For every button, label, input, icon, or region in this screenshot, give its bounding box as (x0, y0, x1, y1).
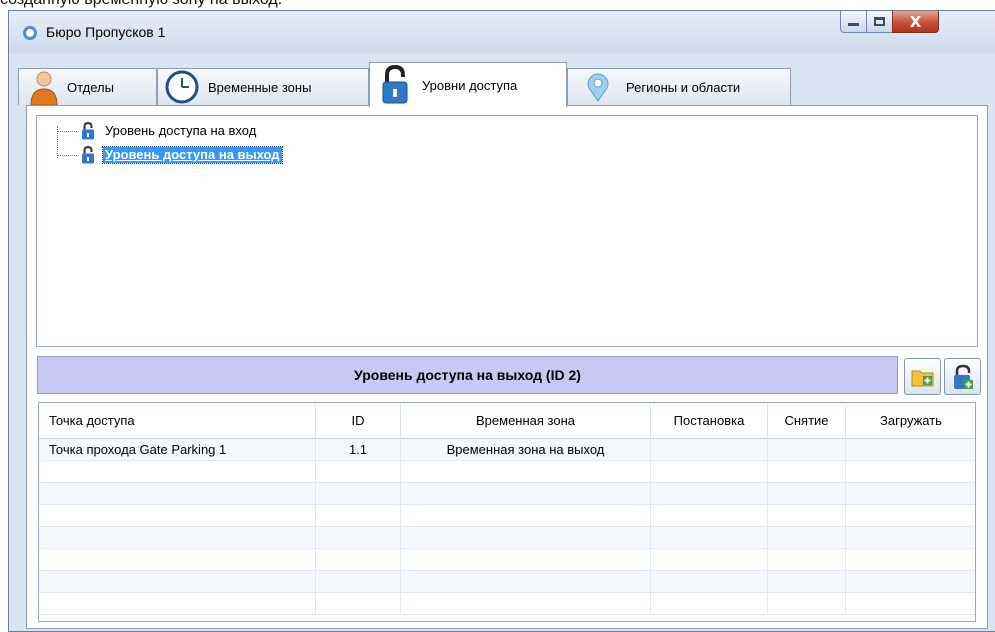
clock-icon (165, 70, 199, 104)
access-level-tree[interactable]: Уровень доступа на вход Уровень доступа … (36, 115, 978, 347)
tab-regions[interactable]: Регионы и области (567, 68, 791, 105)
cell-id[interactable]: 1.1 (316, 439, 401, 461)
add-lock-button[interactable] (944, 358, 981, 395)
table-row-empty (39, 483, 975, 505)
window-title: Бюро Пропусков 1 (46, 24, 166, 40)
minimize-button[interactable] (840, 11, 867, 33)
table-row-empty (39, 571, 975, 593)
lock-icon (82, 122, 94, 140)
add-folder-button[interactable] (904, 358, 941, 395)
cell-load[interactable] (846, 439, 975, 461)
close-button[interactable]: X (892, 11, 939, 33)
table-row-empty (39, 461, 975, 483)
tab-label: Уровни доступа (422, 77, 518, 93)
tab-label: Временные зоны (208, 79, 312, 95)
table-row-empty (39, 505, 975, 527)
document-caption: созданную временную зону на выход. (0, 0, 995, 10)
folder-add-icon (911, 370, 933, 386)
column-disarming[interactable]: Снятие (768, 403, 846, 439)
column-access-point[interactable]: Точка доступа (39, 403, 316, 439)
tab-label: Регионы и области (626, 79, 741, 95)
person-icon (30, 71, 58, 105)
selected-level-header: Уровень доступа на выход (ID 2) (37, 356, 898, 394)
cell-disarming[interactable] (768, 439, 846, 461)
tree-item-entry[interactable]: Уровень доступа на вход (81, 122, 258, 140)
tab-time-zones[interactable]: Временные зоны (157, 68, 369, 105)
tab-otdely[interactable]: Отделы (18, 68, 157, 105)
minimize-icon (848, 23, 859, 26)
tree-item-label: Уровень доступа на выход (102, 146, 283, 164)
table-row[interactable]: Точка прохода Gate Parking 1 1.1 Временн… (39, 439, 975, 461)
access-levels-panel: Уровень доступа на вход Уровень доступа … (26, 105, 988, 629)
lock-add-icon (953, 364, 973, 389)
column-arming[interactable]: Постановка (651, 403, 768, 439)
tree-item-exit[interactable]: Уровень доступа на выход (81, 146, 283, 164)
column-load[interactable]: Загружать (846, 403, 975, 439)
tab-label: Отделы (67, 79, 114, 95)
lock-icon (82, 146, 94, 164)
app-window: Бюро Пропусков 1 X Отделы Временные зоны (8, 10, 995, 632)
pin-icon (587, 73, 609, 102)
cell-arming[interactable] (651, 439, 768, 461)
cell-access-point[interactable]: Точка прохода Gate Parking 1 (39, 439, 316, 461)
column-id[interactable]: ID (316, 403, 401, 439)
app-icon (23, 26, 37, 40)
tree-item-label: Уровень доступа на вход (105, 123, 257, 138)
table-header: Точка доступа ID Временная зона Постанов… (39, 403, 975, 439)
title-bar[interactable]: Бюро Пропусков 1 X (9, 11, 995, 53)
maximize-icon (874, 17, 885, 26)
lock-icon (382, 65, 408, 104)
table-row-empty (39, 527, 975, 549)
cell-time-zone[interactable]: Временная зона на выход (401, 439, 651, 461)
tree-connector (57, 131, 77, 132)
table-row-empty (39, 549, 975, 571)
tree-connector (57, 155, 77, 156)
access-points-table: Точка доступа ID Временная зона Постанов… (38, 402, 976, 622)
tab-access-levels[interactable]: Уровни доступа (369, 62, 567, 107)
table-row-empty (39, 593, 975, 615)
close-icon: X (909, 12, 922, 31)
maximize-button[interactable] (866, 11, 893, 33)
column-time-zone[interactable]: Временная зона (401, 403, 651, 439)
